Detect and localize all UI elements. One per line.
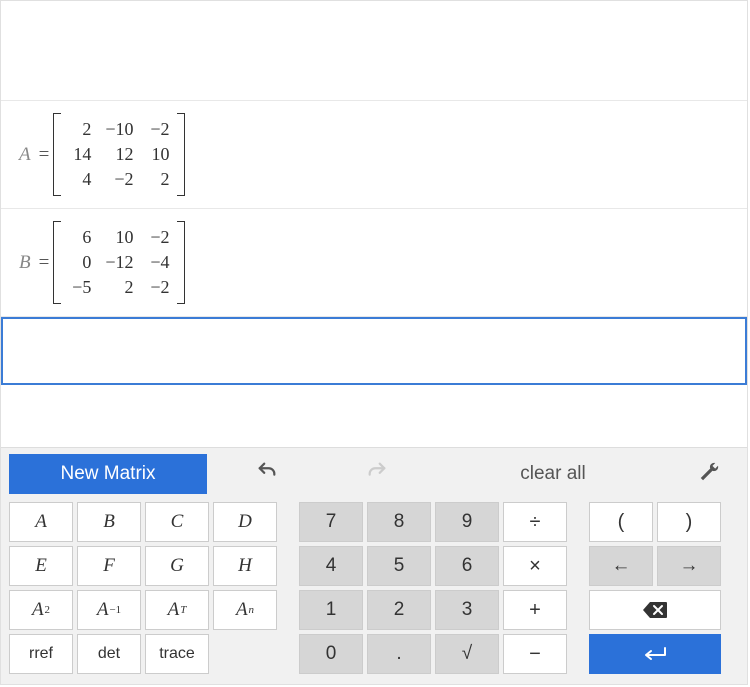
settings-button[interactable]: [679, 454, 739, 494]
equals-sign: =: [39, 144, 50, 166]
matrix-definition-b: B = 6 10 −2 0 −12 −4 −5 2 −2: [19, 221, 185, 304]
key-empty: [213, 634, 277, 674]
key-0[interactable]: 0: [299, 634, 363, 674]
toolbar: New Matrix clear all: [9, 454, 739, 494]
key-8[interactable]: 8: [367, 502, 431, 542]
key-lparen[interactable]: (: [589, 502, 653, 542]
matrix-label: A: [19, 144, 31, 166]
workspace-row-a[interactable]: A = 2 −10 −2 14 12 10 4 −2 2: [1, 101, 747, 209]
key-sqrt[interactable]: √: [435, 634, 499, 674]
redo-icon: [366, 460, 388, 482]
enter-icon: [641, 646, 669, 662]
backspace-icon: [642, 601, 668, 619]
key-multiply[interactable]: ×: [503, 546, 567, 586]
key-cursor-right[interactable]: →: [657, 546, 721, 586]
key-1[interactable]: 1: [299, 590, 363, 630]
redo-button[interactable]: [327, 454, 427, 494]
clear-all-button[interactable]: clear all: [437, 454, 669, 494]
workspace-row-empty[interactable]: [1, 1, 747, 101]
key-h[interactable]: H: [213, 546, 277, 586]
key-enter[interactable]: [589, 634, 721, 674]
undo-icon: [256, 460, 278, 482]
matrix-b: 6 10 −2 0 −12 −4 −5 2 −2: [53, 221, 185, 304]
key-minus[interactable]: −: [503, 634, 567, 674]
key-divide[interactable]: ÷: [503, 502, 567, 542]
key-plus[interactable]: +: [503, 590, 567, 630]
key-9[interactable]: 9: [435, 502, 499, 542]
key-trace[interactable]: trace: [145, 634, 209, 674]
key-6[interactable]: 6: [435, 546, 499, 586]
key-rows: A B C D E F G H A2 A−1 AT An rref det tr…: [9, 502, 739, 674]
key-a-transpose[interactable]: AT: [145, 590, 209, 630]
workspace: A = 2 −10 −2 14 12 10 4 −2 2: [1, 1, 747, 447]
pad-nav: ( ) ← →: [589, 502, 721, 674]
matrix-label: B: [19, 252, 31, 274]
key-f[interactable]: F: [77, 546, 141, 586]
key-5[interactable]: 5: [367, 546, 431, 586]
key-d[interactable]: D: [213, 502, 277, 542]
key-det[interactable]: det: [77, 634, 141, 674]
app-container: A = 2 −10 −2 14 12 10 4 −2 2: [0, 0, 748, 685]
key-backspace[interactable]: [589, 590, 721, 630]
key-dot[interactable]: .: [367, 634, 431, 674]
key-2[interactable]: 2: [367, 590, 431, 630]
key-a[interactable]: A: [9, 502, 73, 542]
keypad: New Matrix clear all A B C D E F G: [1, 447, 747, 684]
matrix-definition-a: A = 2 −10 −2 14 12 10 4 −2 2: [19, 113, 185, 196]
new-matrix-button[interactable]: New Matrix: [9, 454, 207, 494]
undo-button[interactable]: [217, 454, 317, 494]
pad-numeric: 7 8 9 ÷ 4 5 6 × 1 2 3 + 0 . √ −: [299, 502, 567, 674]
equals-sign: =: [39, 252, 50, 274]
workspace-row-active[interactable]: [1, 317, 747, 385]
workspace-row-b[interactable]: B = 6 10 −2 0 −12 −4 −5 2 −2: [1, 209, 747, 317]
key-3[interactable]: 3: [435, 590, 499, 630]
key-a-squared[interactable]: A2: [9, 590, 73, 630]
key-7[interactable]: 7: [299, 502, 363, 542]
key-cursor-left[interactable]: ←: [589, 546, 653, 586]
pad-variables: A B C D E F G H A2 A−1 AT An rref det tr…: [9, 502, 277, 674]
key-4[interactable]: 4: [299, 546, 363, 586]
key-g[interactable]: G: [145, 546, 209, 586]
key-c[interactable]: C: [145, 502, 209, 542]
wrench-icon: [698, 461, 720, 483]
matrix-a: 2 −10 −2 14 12 10 4 −2 2: [53, 113, 185, 196]
key-a-inverse[interactable]: A−1: [77, 590, 141, 630]
key-rref[interactable]: rref: [9, 634, 73, 674]
key-a-power-n[interactable]: An: [213, 590, 277, 630]
key-e[interactable]: E: [9, 546, 73, 586]
key-b[interactable]: B: [77, 502, 141, 542]
key-rparen[interactable]: ): [657, 502, 721, 542]
